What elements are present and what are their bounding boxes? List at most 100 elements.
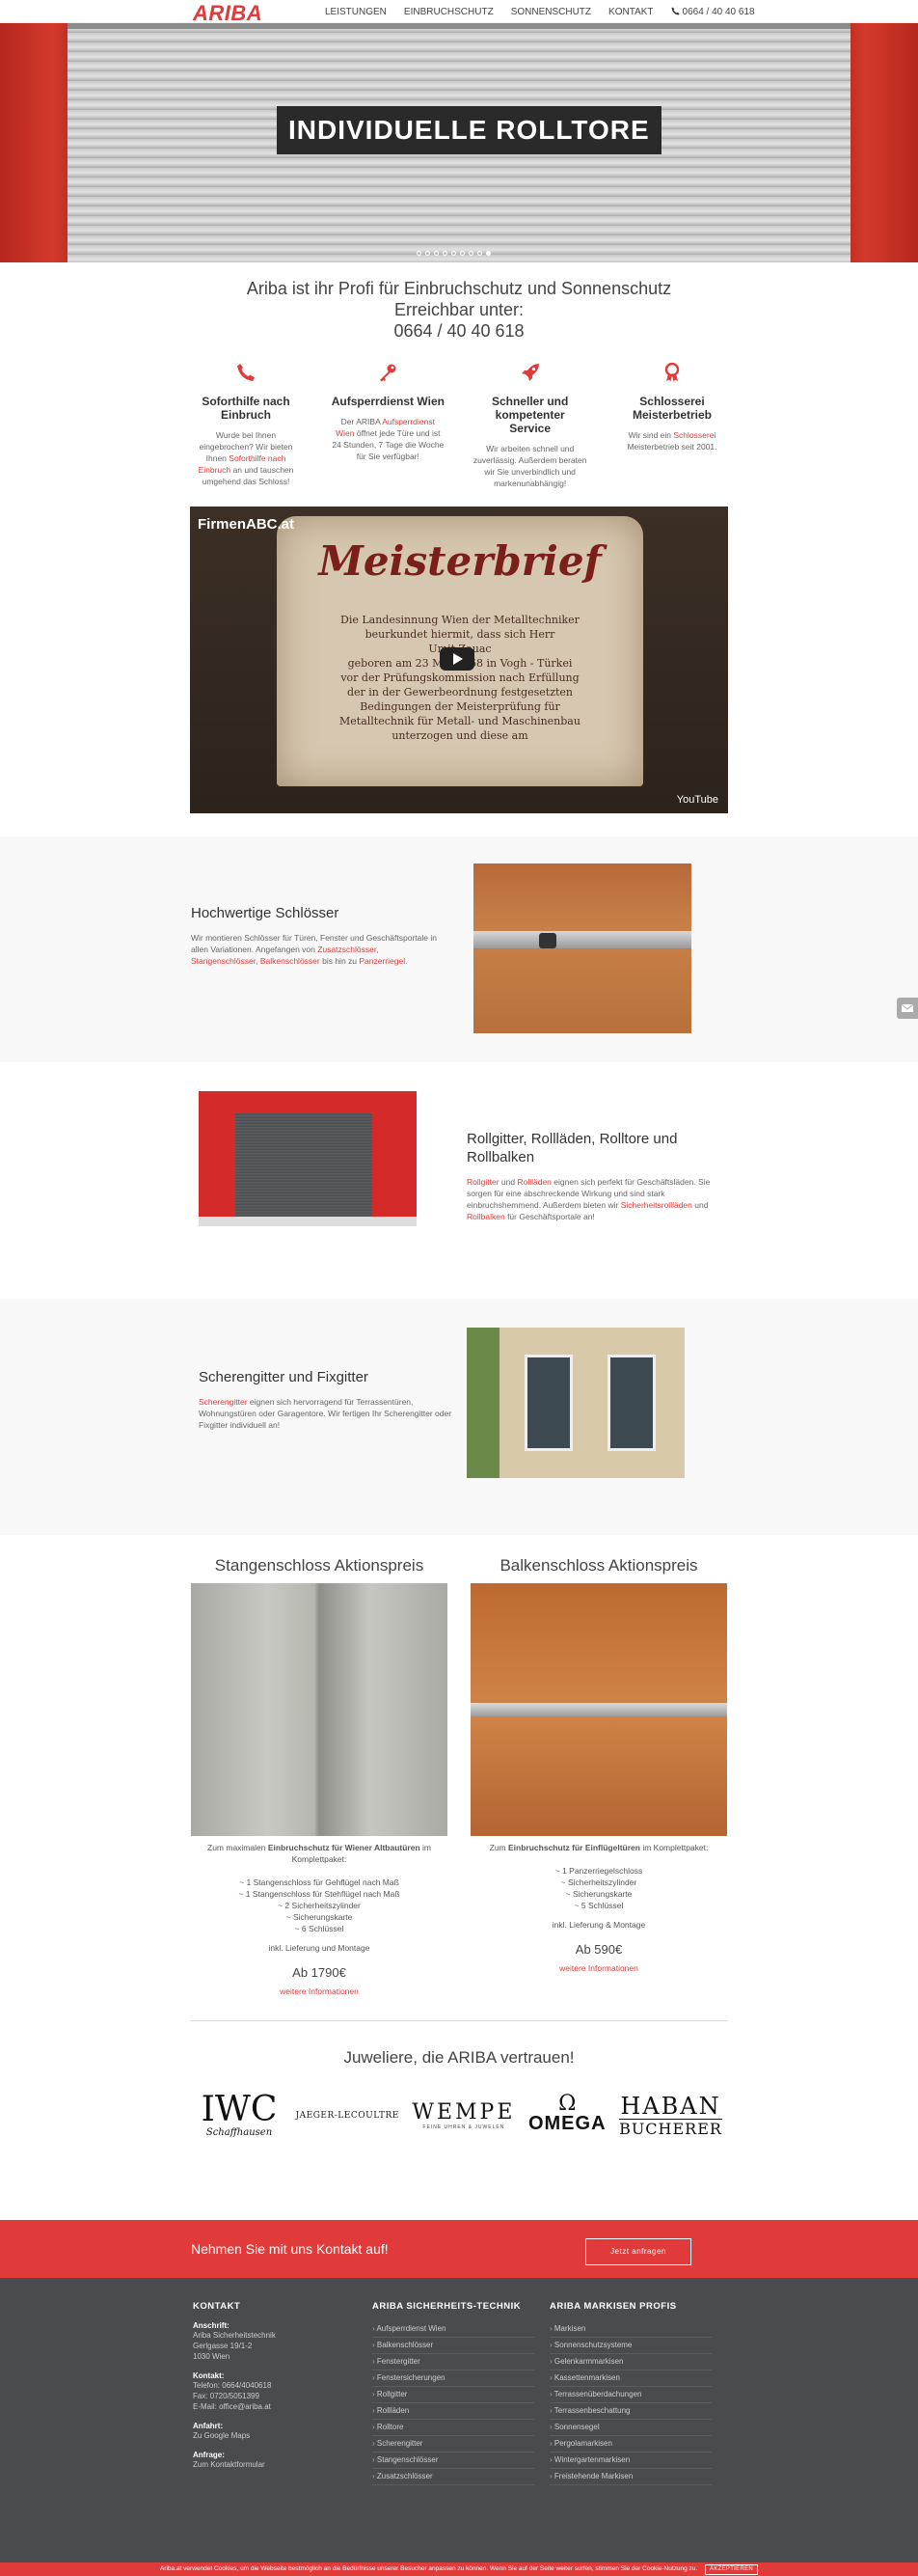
cta-banner: Nehmen Sie mit uns Kontakt auf! Jetzt an… (0, 2220, 918, 2278)
footer-link[interactable]: Fenstersicherungen (372, 2370, 534, 2387)
link-rollbalken[interactable]: Rollbalken (467, 1212, 505, 1221)
cookie-text: Ariba.at verwendet Cookies, um die Webse… (159, 2565, 698, 2572)
footer-link[interactable]: Rollgitter (372, 2387, 534, 2403)
slider-dot[interactable] (486, 251, 491, 256)
footer-link[interactable]: Zusatzschlösser (372, 2469, 534, 2485)
cta-button[interactable]: Jetzt anfragen (585, 2238, 691, 2265)
slider-dot[interactable] (451, 251, 456, 256)
cookie-accept-button[interactable]: AKZEPTIEREN (705, 2564, 759, 2575)
slider-dot[interactable] (425, 251, 430, 256)
video-heading: Meisterbrief (318, 537, 602, 585)
section-title: Scherengitter und Fixgitter (199, 1369, 368, 1385)
footer-label: Anschrift: (193, 2321, 230, 2330)
nav-leistungen[interactable]: LEISTUNGEN (325, 7, 387, 17)
link-panzerriegel[interactable]: Panzerriegel (359, 956, 405, 966)
feature-list: Soforthilfe nach Einbruch Wurde bei Ihne… (189, 362, 729, 489)
footer-link[interactable]: Rollläden (372, 2403, 534, 2420)
jewelers-title: Juweliere, die ARIBA vertrauen! (343, 2048, 575, 2067)
footer-link[interactable]: Kassettenmarkisen (550, 2370, 712, 2387)
slider-dot[interactable] (417, 251, 421, 256)
slider-dots (417, 251, 491, 256)
award-icon (664, 362, 680, 382)
link-scherengitter[interactable]: Scherengitter (199, 1397, 248, 1407)
section-title: Rollgitter, Rollläden, Rolltore und Roll… (467, 1131, 678, 1165)
link-zusatzschloesser[interactable]: Zusatzschlösser (317, 945, 376, 954)
mail-icon (901, 1003, 914, 1012)
feature-title: Schneller und kompetenter Service (491, 395, 569, 435)
footer-link[interactable]: Stangenschlösser (372, 2453, 534, 2469)
nav-sonnenschutz[interactable]: SONNENSCHUTZ (511, 7, 591, 17)
slider-dot[interactable] (434, 251, 439, 256)
footer-link[interactable]: Aufsperrdienst Wien (372, 2321, 534, 2338)
footer-link[interactable]: Sonnenschutzsysteme (550, 2338, 712, 2354)
footer-link[interactable]: Fenstergitter (372, 2354, 534, 2370)
footer-fax: Fax: 0720/5051399 (193, 2392, 259, 2400)
logo-jaeger-lecoultre: JAEGER-LECOULTRE (295, 2110, 399, 2121)
slider-dot[interactable] (477, 251, 482, 256)
footer-link[interactable]: Terrassenüberdachungen (550, 2387, 712, 2403)
feature-text: Der ARIBA Aufsperrdienst Wien öffnet jed… (332, 417, 445, 461)
nav-kontakt[interactable]: KONTAKT (608, 7, 653, 17)
product-item: ~ 1 Panzerriegelschloss (554, 1866, 643, 1876)
product-price: Ab 590€ (575, 1942, 623, 1957)
footer-sicherheitstechnik: ARIBA SICHERHEITS-TECHNIK Aufsperrdienst… (372, 2301, 534, 2485)
hero-title: INDIVIDUELLE ROLLTORE (277, 106, 662, 154)
footer-link[interactable]: Markisen (550, 2321, 712, 2338)
intro-section: Ariba ist ihr Profi für Einbruchschutz u… (170, 262, 748, 813)
video-player[interactable]: Meisterbrief Die Landesinnung Wien der M… (190, 507, 728, 813)
product-more-link[interactable]: weitere Informationen (559, 1963, 638, 1973)
footer-link[interactable]: Gelenkarmmarkisen (550, 2354, 712, 2370)
product-title: Stangenschloss Aktionspreis (214, 1556, 424, 1575)
footer-link[interactable]: Wintergartenmarkisen (550, 2453, 712, 2469)
link-rollgitter[interactable]: Rollgitter (467, 1177, 500, 1187)
slider-dot[interactable] (443, 251, 447, 256)
youtube-logo[interactable]: YouTube (677, 794, 718, 806)
link-stangenschloesser[interactable]: Stangenschlösser (191, 956, 256, 966)
footer: KONTAKT Anschrift: Ariba Sicherheitstech… (0, 2278, 918, 2551)
logo-omega: Ω OMEGA (527, 2092, 607, 2135)
link-rolllaeden[interactable]: Rollläden (517, 1177, 551, 1187)
footer-label: Anfrage: (193, 2451, 225, 2459)
jewelers-section: Juweliere, die ARIBA vertrauen! IWC Scha… (0, 2021, 918, 2178)
feature-title: Soforthilfe nach Einbruch (202, 395, 290, 422)
video-document-line: vor der Prüfungskommission nach Erfüllun… (340, 671, 580, 684)
product-balkenschloss: Balkenschloss Aktionspreis Zum Einbruchs… (471, 1547, 727, 1997)
feature-aufsperrdienst: Aufsperrdienst Wien Der ARIBA Aufsperrdi… (331, 363, 445, 489)
footer-link[interactable]: Freistehende Markisen (550, 2469, 712, 2485)
product-more-link[interactable]: weitere Informationen (280, 1987, 359, 1996)
section-text: Rollgitter und Rollläden eignen sich per… (467, 1177, 711, 1221)
footer-link[interactable]: Sonnensegel (550, 2420, 712, 2436)
product-price: Ab 1790€ (292, 1965, 346, 1980)
footer-link[interactable]: Pergolamarkisen (550, 2436, 712, 2453)
floating-mail-button[interactable] (897, 998, 918, 1019)
footer-link[interactable]: Scherengitter (372, 2436, 534, 2453)
image-einfluegeltuer (471, 1583, 727, 1836)
google-maps-link[interactable]: Zu Google Maps (193, 2430, 357, 2441)
link-sicherheitsrolllaeden[interactable]: Sicherheitsrollläden (621, 1200, 692, 1210)
hero-slider[interactable]: INDIVIDUELLE ROLLTORE (0, 23, 918, 262)
slider-dot[interactable] (469, 251, 473, 256)
section-text: Wir montieren Schlösser für Türen, Fenst… (191, 933, 437, 966)
image-balkenschloss (473, 863, 691, 1033)
products-section: Stangenschloss Aktionspreis Zum maximale… (0, 1535, 918, 1997)
link-balkenschloesser[interactable]: Balkenschlösser (260, 956, 320, 966)
section-rollgitter: Rollgitter, Rollläden, Rolltore und Roll… (0, 1062, 918, 1299)
footer-phone[interactable]: Telefon: 0664/4040618 (193, 2380, 357, 2391)
footer-title: ARIBA SICHERHEITS-TECHNIK (372, 2301, 522, 2312)
video-document-text: Die Landesinnung Wien der Metalltechnike… (315, 613, 605, 743)
product-item: ~ 2 Sicherheitszylinder (278, 1901, 361, 1910)
jeweler-logos: IWC Schaffhausen JAEGER-LECOULTRE WEMPE … (196, 2093, 722, 2138)
intro-phone[interactable]: 0664 / 40 40 618 (393, 321, 524, 341)
footer-link[interactable]: Balkenschlösser (372, 2338, 534, 2354)
slider-dot[interactable] (460, 251, 465, 256)
footer-link[interactable]: Terrassenbeschattung (550, 2403, 712, 2420)
link-schlosserei[interactable]: Schlosserei (673, 430, 716, 440)
nav-einbruchschutz[interactable]: EINBRUCHSCHUTZ (404, 7, 494, 17)
footer-email[interactable]: E-Mail: office@ariba.at (193, 2401, 357, 2412)
main-nav: LEISTUNGEN EINBRUCHSCHUTZ SONNENSCHUTZ K… (325, 7, 755, 17)
nav-phone[interactable]: 0664 / 40 40 618 (670, 7, 755, 17)
contact-form-link[interactable]: Zum Kontaktformular (193, 2459, 357, 2470)
feature-text: Wir sind ein Schlosserei Meisterbetrieb … (627, 430, 717, 452)
footer-link[interactable]: Rolltore (372, 2420, 534, 2436)
video-play-button[interactable] (440, 647, 474, 671)
